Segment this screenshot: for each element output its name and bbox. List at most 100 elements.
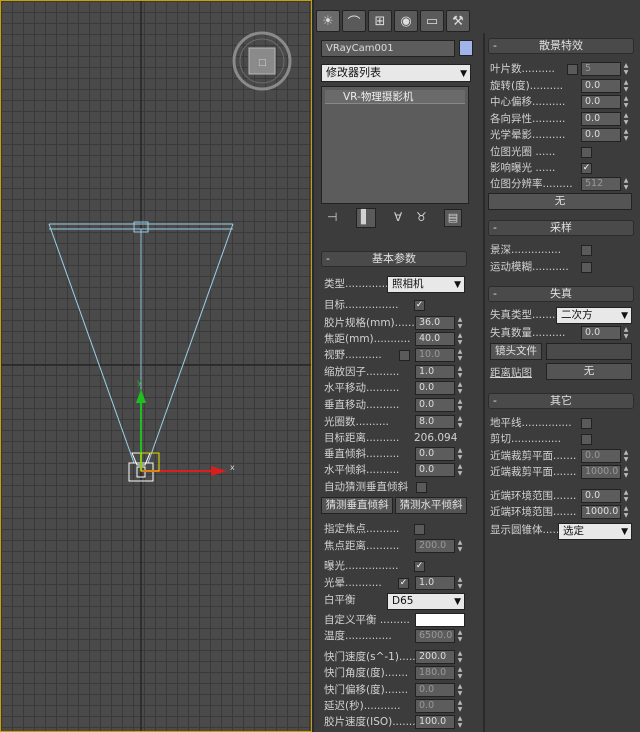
spinner-arrows-icon[interactable]: ▲ ▼ (456, 576, 464, 590)
fnumber-spinner[interactable]: 8.0 (415, 415, 455, 429)
bokeh-map-none-button[interactable]: 无 (488, 193, 632, 210)
spinner-arrows-icon[interactable]: ▲ ▼ (622, 326, 630, 340)
spinner-arrows-icon[interactable]: ▲ ▼ (456, 683, 464, 697)
spinner-arrows-icon[interactable]: ▲ ▼ (456, 463, 464, 477)
far-clip-spinner[interactable]: 1000.0 (581, 465, 621, 479)
modifier-stack[interactable]: VR-物理摄影机 (321, 86, 469, 204)
spinner-arrows-icon[interactable]: ▲ ▼ (622, 112, 630, 126)
spinner-arrows-icon[interactable]: ▲ ▼ (622, 465, 630, 479)
modifier-list-dropdown[interactable]: 修改器列表 ▼ (321, 64, 471, 82)
camera-type-dropdown[interactable]: 照相机 ▼ (387, 276, 465, 293)
anisotropy-spinner[interactable]: 0.0 (581, 112, 621, 126)
viewcube-icon[interactable]: □ (232, 31, 292, 91)
exposure-checkbox[interactable]: ✓ (414, 561, 425, 572)
shutter-speed-spinner[interactable]: 200.0 (415, 650, 455, 664)
rotation-spinner[interactable]: 0.0 (581, 79, 621, 93)
lens-file-button[interactable]: 镜头文件 (490, 343, 542, 360)
horizon-checkbox[interactable] (581, 418, 592, 429)
spinner-arrows-icon[interactable]: ▲ ▼ (456, 332, 464, 346)
spinner-arrows-icon[interactable]: ▲ ▼ (622, 177, 630, 191)
specify-focus-checkbox[interactable] (414, 524, 425, 535)
zoom-spinner[interactable]: 1.0 (415, 365, 455, 379)
spinner-arrows-icon[interactable]: ▲ ▼ (456, 415, 464, 429)
spinner-arrows-icon[interactable]: ▲ ▼ (456, 715, 464, 729)
distortion-amount-spinner[interactable]: 0.0 (581, 326, 621, 340)
hierarchy-tab[interactable]: ⊞ (368, 10, 392, 32)
dof-checkbox[interactable] (581, 245, 592, 256)
modify-tab[interactable]: ⌒ (342, 10, 366, 32)
spinner-arrows-icon[interactable]: ▲ ▼ (456, 398, 464, 412)
guess-vtilt-button[interactable]: 猜测垂直倾斜 (321, 497, 393, 514)
show-end-result-icon[interactable]: ▌ (356, 208, 376, 228)
spinner-arrows-icon[interactable]: ▲ ▼ (622, 128, 630, 142)
spinner-arrows-icon[interactable]: ▲ ▼ (456, 650, 464, 664)
panel-splitter[interactable] (483, 33, 485, 732)
configure-sets-icon[interactable]: ▤ (444, 209, 462, 227)
guess-htilt-button[interactable]: 猜测水平倾斜 (395, 497, 467, 514)
spinner-arrows-icon[interactable]: ▲ ▼ (622, 505, 630, 519)
motion-blur-checkbox[interactable] (581, 262, 592, 273)
display-tab[interactable]: ▭ (420, 10, 444, 32)
latency-spinner[interactable]: 0.0 (415, 699, 455, 713)
distortion-rollout-header[interactable]: - 失真 (488, 286, 634, 302)
bokeh-rollout-header[interactable]: - 散景特效 (488, 38, 634, 54)
center-bias-spinner[interactable]: 0.0 (581, 95, 621, 109)
spinner-arrows-icon[interactable]: ▲ ▼ (622, 79, 630, 93)
spinner-arrows-icon[interactable]: ▲ ▼ (456, 348, 464, 362)
far-env-spinner[interactable]: 1000.0 (581, 505, 621, 519)
distortion-type-dropdown[interactable]: 二次方 ▼ (556, 307, 632, 324)
make-unique-icon[interactable]: ∀ (394, 210, 402, 224)
utilities-tab[interactable]: ⚒ (446, 10, 470, 32)
spinner-arrows-icon[interactable]: ▲ ▼ (622, 62, 630, 76)
blades-spinner[interactable]: 5 (581, 62, 621, 76)
bitmap-aperture-checkbox[interactable] (581, 147, 592, 158)
spinner-arrows-icon[interactable]: ▲ ▼ (456, 365, 464, 379)
object-name-field[interactable]: VRayCam001 (321, 40, 455, 57)
custom-balance-color-swatch[interactable] (415, 613, 465, 627)
basic-params-rollout-header[interactable]: - 基本参数 (321, 251, 467, 267)
remove-modifier-icon[interactable]: ♉ (416, 210, 427, 224)
modifier-stack-item[interactable]: VR-物理摄影机 (325, 90, 465, 104)
spinner-arrows-icon[interactable]: ▲ ▼ (456, 699, 464, 713)
transform-gizmo[interactable]: y x (136, 378, 235, 476)
bitmap-resolution-spinner[interactable]: 512 (581, 177, 621, 191)
vshift-spinner[interactable]: 0.0 (415, 398, 455, 412)
spinner-arrows-icon[interactable]: ▲ ▼ (456, 539, 464, 553)
spinner-arrows-icon[interactable]: ▲ ▼ (456, 447, 464, 461)
fov-spinner[interactable]: 10.0 (415, 348, 455, 362)
near-clip-spinner[interactable]: 0.0 (581, 449, 621, 463)
fov-checkbox[interactable] (399, 350, 410, 361)
affect-exposure-checkbox[interactable]: ✓ (581, 163, 592, 174)
film-gate-spinner[interactable]: 36.0 (415, 316, 455, 330)
htilt-spinner[interactable]: 0.0 (415, 463, 455, 477)
create-tab[interactable]: ☀ (316, 10, 340, 32)
target-checkbox[interactable]: ✓ (414, 300, 425, 311)
sampling-rollout-header[interactable]: - 采样 (488, 220, 634, 236)
iso-spinner[interactable]: 100.0 (415, 715, 455, 729)
spinner-arrows-icon[interactable]: ▲ ▼ (622, 95, 630, 109)
spinner-arrows-icon[interactable]: ▲ ▼ (456, 629, 464, 643)
viewport-top[interactable]: y x □ (0, 0, 312, 732)
focus-distance-spinner[interactable]: 200.0 (415, 539, 455, 553)
clipping-checkbox[interactable] (581, 434, 592, 445)
white-balance-dropdown[interactable]: D65 ▼ (387, 593, 465, 610)
spinner-arrows-icon[interactable]: ▲ ▼ (622, 449, 630, 463)
shutter-offset-spinner[interactable]: 0.0 (415, 683, 455, 697)
near-env-spinner[interactable]: 0.0 (581, 489, 621, 503)
temperature-spinner[interactable]: 6500.0 (415, 629, 455, 643)
auto-vtilt-checkbox[interactable] (416, 482, 427, 493)
lens-file-path-field[interactable] (546, 343, 632, 360)
show-cone-dropdown[interactable]: 选定 ▼ (558, 523, 632, 540)
focal-length-spinner[interactable]: 40.0 (415, 332, 455, 346)
object-color-swatch[interactable] (459, 40, 473, 56)
vtilt-spinner[interactable]: 0.0 (415, 447, 455, 461)
spinner-arrows-icon[interactable]: ▲ ▼ (456, 381, 464, 395)
spinner-arrows-icon[interactable]: ▲ ▼ (456, 316, 464, 330)
blades-checkbox[interactable] (567, 64, 578, 75)
misc-rollout-header[interactable]: - 其它 (488, 393, 634, 409)
spinner-arrows-icon[interactable]: ▲ ▼ (456, 666, 464, 680)
spinner-arrows-icon[interactable]: ▲ ▼ (622, 489, 630, 503)
vignetting-spinner[interactable]: 1.0 (415, 576, 455, 590)
optical-vignetting-spinner[interactable]: 0.0 (581, 128, 621, 142)
motion-tab[interactable]: ◉ (394, 10, 418, 32)
